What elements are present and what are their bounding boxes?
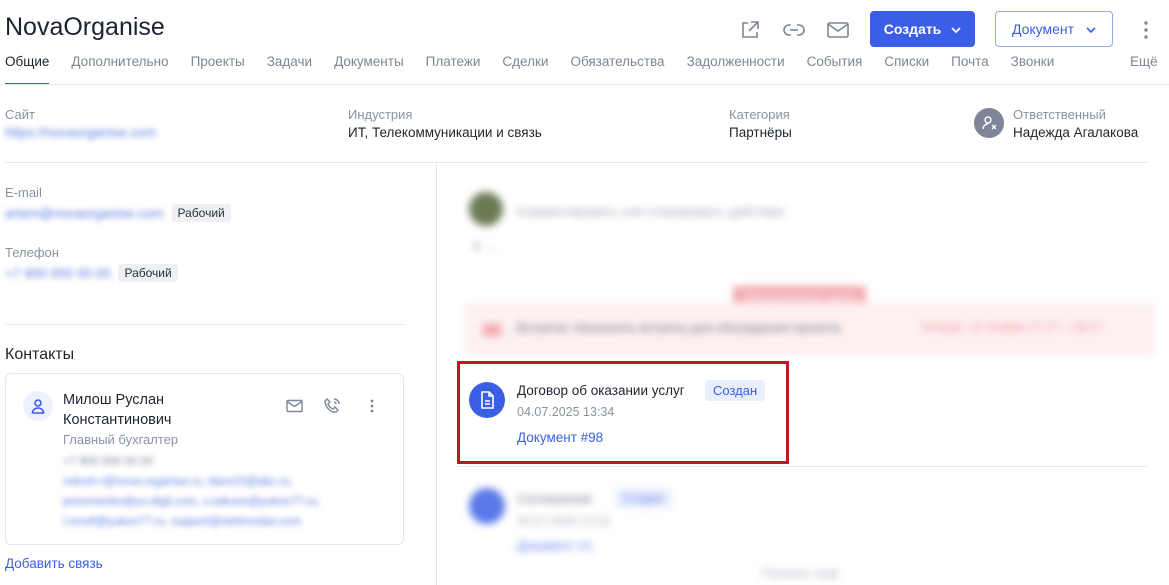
contact-detail-line: ponomenko@yu-digit.com, v.sakuno@yukon77…	[63, 496, 321, 508]
external-link-icon[interactable]	[737, 17, 763, 43]
info-divider	[5, 162, 1148, 163]
link-icon[interactable]	[781, 17, 807, 43]
contact-name[interactable]: Милош Руслан Константинович	[63, 390, 263, 430]
tab-deals[interactable]: Сделки	[502, 54, 548, 85]
tab-lists[interactable]: Списки	[884, 54, 929, 85]
responsible-label: Ответственный	[1013, 107, 1106, 122]
timeline-divider	[457, 466, 1147, 467]
site-link[interactable]: https://novaorganise.com	[5, 125, 156, 140]
kebab-icon[interactable]	[362, 396, 382, 416]
category-field: Категория Партнёры	[729, 107, 792, 140]
tab-mail[interactable]: Почта	[951, 54, 989, 85]
contact-name-line2: Константинович	[63, 412, 172, 428]
tab-debts[interactable]: Задолженности	[687, 54, 785, 85]
contact-detail-line: l.smolt@yukon77.ru, support@stelemotav.c…	[63, 516, 301, 528]
create-button-label: Создать	[883, 21, 942, 37]
column-divider	[436, 162, 437, 585]
contact-detail-line: +7 900 000 00 00	[63, 456, 153, 468]
responsible-value[interactable]: Надежда Агалакова	[1013, 125, 1138, 140]
document-icon	[469, 488, 505, 524]
page-title: NovaOrganise	[5, 13, 165, 41]
avatar	[469, 192, 503, 226]
tab-tasks[interactable]: Задачи	[267, 54, 312, 85]
mail-icon[interactable]	[284, 396, 304, 416]
tab-projects[interactable]: Проекты	[191, 54, 245, 85]
document-button[interactable]: Документ	[995, 11, 1113, 47]
status-badge: Создан	[705, 380, 766, 401]
add-link-button[interactable]: Добавить связь	[5, 556, 103, 571]
tab-more[interactable]: Ещё	[1130, 54, 1158, 69]
phone-link[interactable]: +7 900 000 00 00	[5, 266, 110, 281]
industry-label: Индустрия	[348, 107, 413, 122]
industry-field: Индустрия ИТ, Телекоммуникации и связь	[348, 107, 542, 140]
kebab-icon[interactable]	[1136, 17, 1156, 43]
contact-name-line1: Милош Руслан	[63, 392, 165, 408]
timeline-blurred-top: Комментировать или планировать действие …	[465, 190, 1155, 356]
tab-obligations[interactable]: Обязательства	[570, 54, 664, 85]
tabs-divider	[0, 84, 1169, 85]
calendar-icon	[483, 324, 501, 336]
show-more-link[interactable]: Показать ещё	[761, 566, 839, 580]
responsible-field: Ответственный Надежда Агалакова	[1013, 107, 1138, 140]
contact-detail-line: milosh-r@nova-organise.ru, dave23@abc.ru…	[63, 476, 293, 488]
contact-card: Милош Руслан Константинович Главный бухг…	[5, 373, 404, 545]
category-label: Категория	[729, 107, 790, 122]
contact-role: Главный бухгалтер	[63, 432, 179, 447]
chevron-down-icon	[951, 21, 961, 37]
email-link[interactable]: artem@novaorganise.com	[5, 206, 164, 221]
email-field: E-mail artem@novaorganise.com Рабочий	[5, 185, 231, 222]
chevron-down-icon	[1086, 21, 1096, 37]
document-link[interactable]: Документ #1	[517, 538, 593, 553]
document-icon	[469, 382, 505, 418]
document-link[interactable]: Документ #98	[517, 430, 603, 445]
tab-calls[interactable]: Звонки	[1011, 54, 1055, 85]
status-badge: Создан	[615, 488, 672, 508]
avatar[interactable]	[974, 108, 1004, 138]
document-title: Соглашение	[517, 491, 593, 506]
tab-general[interactable]: Общие	[5, 54, 50, 85]
timeline-blurred-bottom: Соглашение Создан 04.07.2025 13:22 Докум…	[465, 482, 1155, 582]
phone-badge: Рабочий	[118, 264, 178, 282]
contacts-divider	[5, 324, 404, 325]
create-button[interactable]: Создать	[870, 11, 975, 47]
email-badge: Рабочий	[171, 204, 231, 222]
document-button-label: Документ	[1011, 21, 1075, 37]
mail-icon[interactable]	[825, 17, 851, 43]
document-date: 04.07.2025 13:34	[517, 405, 615, 419]
tab-documents[interactable]: Документы	[334, 54, 404, 85]
phone-icon[interactable]	[322, 396, 342, 416]
user-icon	[23, 391, 53, 421]
tab-events[interactable]: События	[807, 54, 863, 85]
overdue-meeting-card[interactable]: Встреча: Назначить встречу для обсуждени…	[465, 302, 1155, 356]
tab-additional[interactable]: Дополнительно	[71, 54, 168, 85]
contact-details: +7 900 000 00 00 milosh-r@nova-organise.…	[63, 452, 388, 532]
site-field: Сайт https://novaorganise.com	[5, 107, 156, 140]
tab-bar: Общие Дополнительно Проекты Задачи Докум…	[5, 54, 1076, 85]
document-date: 04.07.2025 13:22	[517, 514, 611, 528]
phone-field: Телефон +7 900 000 00 00 Рабочий	[5, 245, 178, 282]
comment-input[interactable]: Комментировать или планировать действие	[517, 204, 784, 219]
site-label: Сайт	[5, 107, 35, 122]
tab-payments[interactable]: Платежи	[426, 54, 481, 85]
category-value: Партнёры	[729, 125, 792, 140]
filter-icon[interactable]: ▼ ⌄	[471, 240, 496, 254]
meeting-text: Встреча: Назначить встречу для обсуждени…	[517, 320, 841, 335]
meeting-time: Четверг, 14 ноября 17:17 – 18:17	[920, 320, 1103, 334]
email-label: E-mail	[5, 185, 42, 200]
industry-value: ИТ, Телекоммуникации и связь	[348, 125, 542, 140]
document-title: Договор об оказании услуг	[517, 383, 685, 398]
phone-label: Телефон	[5, 245, 59, 260]
highlighted-document-card	[457, 361, 789, 464]
contacts-title: Контакты	[5, 346, 75, 363]
